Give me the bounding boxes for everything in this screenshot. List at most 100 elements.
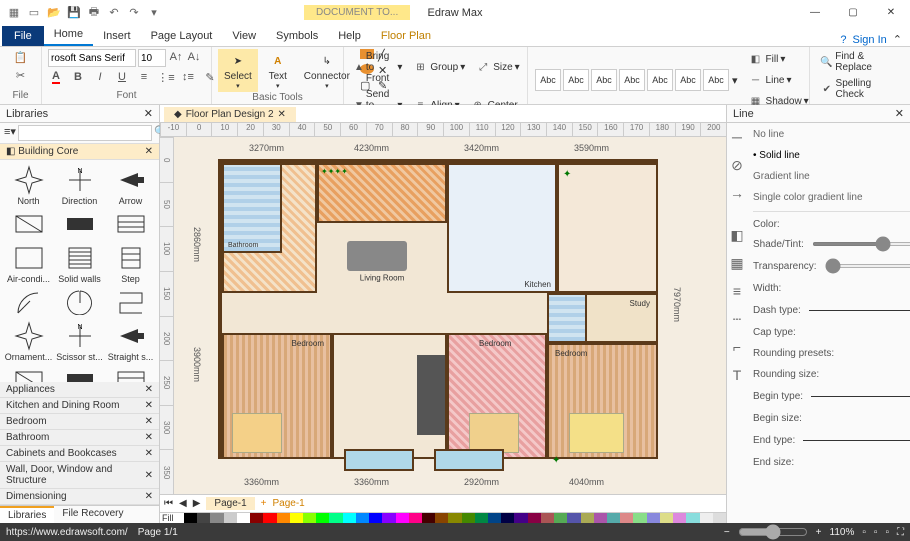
library-shape[interactable] bbox=[4, 286, 53, 318]
style-swatch-7[interactable]: Abc bbox=[703, 69, 729, 91]
gradient-line-option[interactable]: Gradient line bbox=[753, 169, 910, 184]
style-swatch-1[interactable]: Abc bbox=[535, 69, 561, 91]
color-swatch[interactable] bbox=[382, 513, 395, 523]
library-shape[interactable] bbox=[106, 208, 155, 240]
size-button[interactable]: ⤢Size▾ bbox=[471, 49, 523, 86]
qa-save-icon[interactable]: 💾 bbox=[67, 6, 81, 20]
color-swatch[interactable] bbox=[686, 513, 699, 523]
page-layout-menu[interactable]: Page Layout bbox=[141, 26, 223, 46]
view-mode2-icon[interactable]: ▫ bbox=[874, 527, 878, 538]
color-swatch[interactable] bbox=[541, 513, 554, 523]
color-swatch[interactable] bbox=[488, 513, 501, 523]
library-shape[interactable]: Ornament... bbox=[4, 320, 53, 362]
group-button[interactable]: ⊞Group▾ bbox=[408, 49, 469, 86]
color-swatch[interactable] bbox=[594, 513, 607, 523]
color-swatch[interactable] bbox=[409, 513, 422, 523]
color-swatch[interactable] bbox=[224, 513, 237, 523]
color-swatch[interactable] bbox=[514, 513, 527, 523]
library-shape[interactable] bbox=[55, 208, 104, 240]
libraries-close-icon[interactable]: ✕ bbox=[144, 107, 153, 120]
solid-line-option[interactable]: • Solid line bbox=[753, 148, 910, 163]
color-swatch[interactable] bbox=[250, 513, 263, 523]
floor-plan-menu[interactable]: Floor Plan bbox=[371, 26, 441, 46]
color-swatch[interactable] bbox=[581, 513, 594, 523]
section-close-icon[interactable]: ✕ bbox=[145, 146, 153, 157]
style-swatch-6[interactable]: Abc bbox=[675, 69, 701, 91]
floorplan[interactable]: ✦✦✦✦ Kitchen ✦ Bathroom Living Room bbox=[218, 159, 658, 459]
library-shape[interactable] bbox=[4, 364, 53, 382]
shade-slider[interactable] bbox=[812, 242, 910, 246]
insert-menu[interactable]: Insert bbox=[93, 26, 141, 46]
color-swatch[interactable] bbox=[700, 513, 713, 523]
minimize-button[interactable]: — bbox=[800, 3, 830, 23]
close-button[interactable]: ✕ bbox=[876, 3, 906, 23]
color-swatch[interactable] bbox=[528, 513, 541, 523]
collapse-ribbon-icon[interactable]: ⌃ bbox=[893, 33, 902, 46]
qa-new-icon[interactable]: ▭ bbox=[27, 6, 41, 20]
color-swatch[interactable] bbox=[263, 513, 276, 523]
qa-dropdown-icon[interactable]: ▾ bbox=[147, 6, 161, 20]
color-swatch[interactable] bbox=[448, 513, 461, 523]
library-shape[interactable] bbox=[106, 286, 155, 318]
lib-add-icon[interactable]: ≡▾ bbox=[4, 125, 16, 141]
bold-button[interactable]: B bbox=[70, 69, 86, 85]
qa-redo-icon[interactable]: ↷ bbox=[127, 6, 141, 20]
view-menu[interactable]: View bbox=[222, 26, 266, 46]
style-swatch-3[interactable]: Abc bbox=[591, 69, 617, 91]
font-grow-icon[interactable]: A↑ bbox=[168, 49, 184, 65]
panel-corner-icon[interactable]: ⌐ bbox=[727, 337, 747, 357]
panel-shadow-icon[interactable]: ▦ bbox=[727, 253, 747, 273]
page-tab-1b[interactable]: Page-1 bbox=[273, 498, 305, 509]
home-menu[interactable]: Home bbox=[44, 24, 93, 46]
library-search-input[interactable] bbox=[18, 125, 152, 141]
collapsed-section[interactable]: Dimensioning✕ bbox=[0, 489, 159, 505]
color-swatch[interactable] bbox=[567, 513, 580, 523]
color-swatch[interactable] bbox=[462, 513, 475, 523]
color-swatch[interactable] bbox=[633, 513, 646, 523]
find-replace-button[interactable]: 🔍Find & Replace bbox=[816, 49, 896, 75]
page-next-icon[interactable]: ▶ bbox=[193, 498, 201, 509]
select-tool[interactable]: ➤ Select▾ bbox=[218, 49, 258, 92]
library-shape[interactable] bbox=[55, 364, 104, 382]
collapsed-section[interactable]: Cabinets and Bookcases✕ bbox=[0, 446, 159, 462]
library-shape[interactable] bbox=[55, 286, 104, 318]
page-add-icon[interactable]: + bbox=[261, 498, 267, 509]
library-shape[interactable] bbox=[106, 364, 155, 382]
qa-open-icon[interactable]: 📂 bbox=[47, 6, 61, 20]
color-swatch[interactable] bbox=[396, 513, 409, 523]
color-swatch[interactable] bbox=[210, 513, 223, 523]
underline-button[interactable]: U bbox=[114, 69, 130, 85]
collapsed-section[interactable]: Wall, Door, Window and Structure✕ bbox=[0, 462, 159, 489]
color-swatch[interactable] bbox=[713, 513, 726, 523]
panel-fill-icon[interactable]: ◧ bbox=[727, 225, 747, 245]
panel-close-icon[interactable]: ✕ bbox=[895, 107, 904, 120]
italic-button[interactable]: I bbox=[92, 69, 108, 85]
doc-tab-close-icon[interactable]: ✕ bbox=[278, 109, 286, 120]
page-tab-1[interactable]: Page-1 bbox=[206, 497, 254, 510]
color-swatch[interactable] bbox=[197, 513, 210, 523]
font-family-combo[interactable] bbox=[48, 49, 136, 67]
building-core-header[interactable]: Building Core bbox=[18, 146, 78, 157]
color-swatch[interactable] bbox=[343, 513, 356, 523]
panel-line-icon[interactable]: ─ bbox=[727, 127, 747, 147]
qa-print-icon[interactable]: 🖶 bbox=[87, 6, 101, 20]
color-fill-strip[interactable]: Fill bbox=[160, 512, 726, 523]
color-swatch[interactable] bbox=[356, 513, 369, 523]
help-icon[interactable]: ? bbox=[840, 34, 846, 46]
qa-undo-icon[interactable]: ↶ bbox=[107, 6, 121, 20]
view-mode1-icon[interactable]: ▫ bbox=[862, 527, 866, 538]
font-color-icon[interactable]: A bbox=[48, 69, 64, 85]
color-swatch[interactable] bbox=[435, 513, 448, 523]
file-menu[interactable]: File bbox=[2, 26, 44, 46]
color-swatch[interactable] bbox=[237, 513, 250, 523]
library-shape[interactable]: Solid walls bbox=[55, 242, 104, 284]
sign-in-link[interactable]: Sign In bbox=[853, 34, 887, 46]
align-left-icon[interactable]: ≡ bbox=[136, 69, 152, 85]
library-shape[interactable]: Air-condi... bbox=[4, 242, 53, 284]
color-swatch[interactable] bbox=[554, 513, 567, 523]
style-swatch-4[interactable]: Abc bbox=[619, 69, 645, 91]
color-swatch[interactable] bbox=[316, 513, 329, 523]
help-menu[interactable]: Help bbox=[328, 26, 371, 46]
line-style-button[interactable]: ─Line▾ bbox=[744, 70, 813, 90]
file-recovery-tab[interactable]: File Recovery bbox=[54, 506, 131, 523]
